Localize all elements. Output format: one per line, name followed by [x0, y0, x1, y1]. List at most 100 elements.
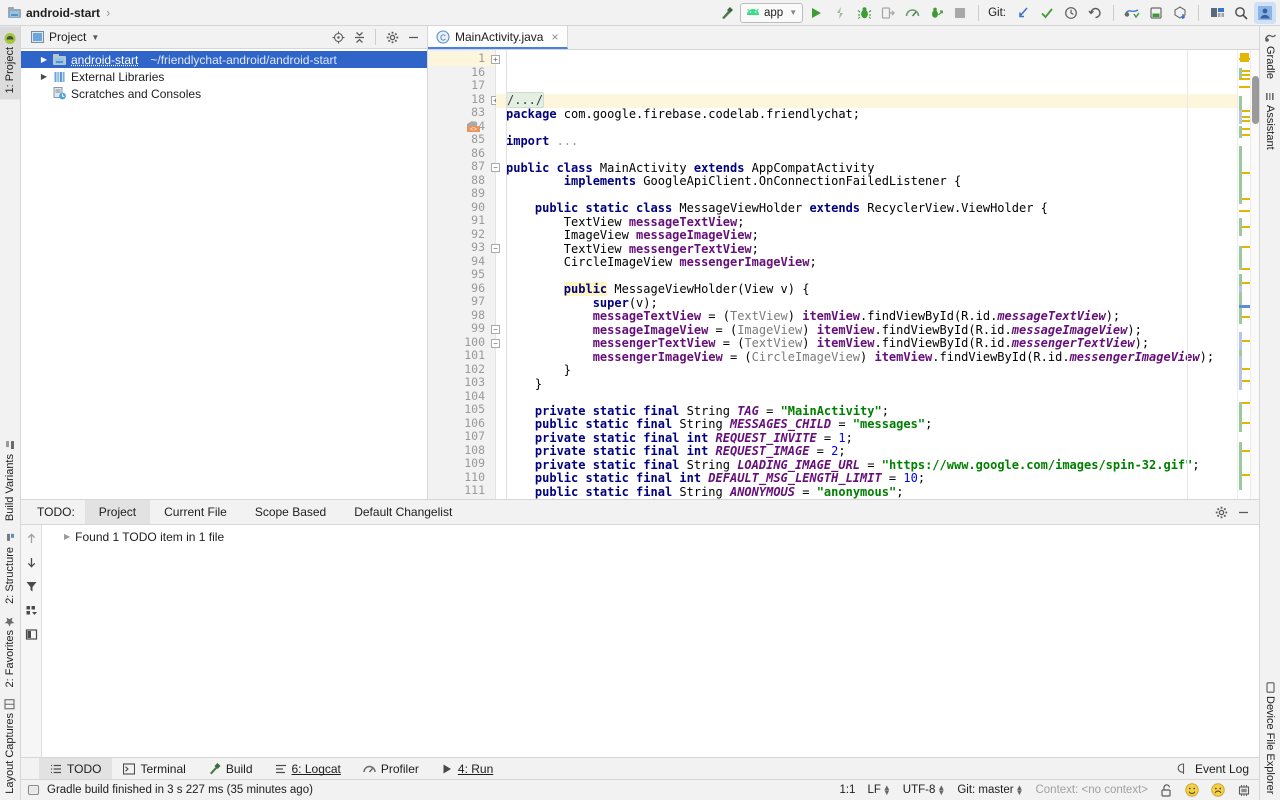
code-line[interactable]: package com.google.firebase.codelab.frie…	[496, 107, 1237, 122]
project-panel-title-group[interactable]: Project ▼	[31, 30, 99, 44]
code-line[interactable]: ImageView messageImageView;	[496, 228, 1237, 243]
status-message-group[interactable]: Gradle build finished in 3 s 227 ms (35 …	[27, 784, 313, 797]
code-line[interactable]: public static final String ANONYMOUS = "…	[496, 485, 1237, 500]
git-history-icon[interactable]	[1060, 2, 1082, 24]
scrollbar-thumb[interactable]	[1252, 76, 1259, 124]
warning-stripe-marker[interactable]	[1239, 210, 1250, 212]
code-line[interactable]	[496, 189, 1237, 203]
project-tree[interactable]: ▶ android-start ~/friendlychat-android/a…	[21, 49, 427, 499]
code-line[interactable]: super(v);	[496, 296, 1237, 311]
profiler-icon[interactable]	[901, 2, 923, 24]
editor-gutter[interactable]: 1+161718+8384<>858687−888990919293−94959…	[428, 50, 500, 499]
bottom-tab-build[interactable]: Build	[197, 758, 264, 779]
settings-icon[interactable]	[382, 27, 402, 47]
git-branch[interactable]: Git: master ▲ ▼	[957, 784, 1023, 797]
code-line[interactable]	[496, 121, 1237, 135]
warning-stripe-marker[interactable]	[1239, 86, 1250, 88]
group-by-icon[interactable]	[22, 601, 40, 619]
error-stripe-markers[interactable]	[1237, 50, 1250, 499]
editor-code[interactable]: /.../package com.google.firebase.codelab…	[496, 50, 1237, 499]
line-separator[interactable]: LF ▲ ▼	[867, 784, 890, 797]
run-with-coverage-icon[interactable]	[925, 2, 947, 24]
sidebar-item-gradle[interactable]: Gradle	[1260, 26, 1280, 85]
editor-vertical-scrollbar[interactable]	[1250, 50, 1259, 499]
code-line[interactable]: messengerTextView = (TextView) itemView.…	[496, 336, 1237, 351]
code-line[interactable]: TextView messageTextView;	[496, 215, 1237, 230]
sidebar-item-structure[interactable]: 2: Structure	[0, 527, 20, 610]
debug-icon[interactable]	[853, 2, 875, 24]
code-line[interactable]: messageTextView = (TextView) itemView.fi…	[496, 309, 1237, 324]
sdk-manager-icon[interactable]	[1145, 2, 1167, 24]
git-update-project-icon[interactable]	[1012, 2, 1034, 24]
expand-arrow-icon[interactable]: ▶	[39, 72, 49, 81]
sidebar-item-build-variants[interactable]: Build Variants	[0, 434, 20, 527]
memory-indicator-icon[interactable]	[1237, 784, 1251, 797]
sync-gradle-icon[interactable]	[1169, 2, 1191, 24]
warning-stripe-marker[interactable]	[1239, 78, 1250, 80]
run-configuration-selector[interactable]: app ▼	[740, 2, 804, 23]
code-line[interactable]: messengerImageView = (CircleImageView) i…	[496, 350, 1237, 365]
tab-default-changelist[interactable]: Default Changelist	[340, 500, 466, 524]
tree-item-android-start[interactable]: ▶ android-start ~/friendlychat-android/a…	[21, 51, 427, 68]
code-line[interactable]: private static final int REQUEST_INVITE …	[496, 431, 1237, 446]
code-line[interactable]: private static final String LOADING_IMAG…	[496, 458, 1237, 473]
git-revert-icon[interactable]	[1084, 2, 1106, 24]
close-icon[interactable]: ×	[551, 30, 558, 44]
expand-arrow-icon[interactable]: ▶	[39, 55, 49, 64]
hide-icon[interactable]	[1233, 502, 1253, 522]
todo-results[interactable]: ▶ Found 1 TODO item in 1 file	[42, 525, 1259, 757]
account-icon[interactable]	[1254, 1, 1276, 24]
sidebar-item-favorites[interactable]: 2: Favorites	[0, 610, 20, 693]
balloon-icon[interactable]	[27, 784, 40, 797]
avd-manager-icon[interactable]	[1121, 2, 1143, 24]
inspection-status-indicator[interactable]	[1240, 53, 1249, 62]
tree-item-scratches-and-consoles[interactable]: Scratches and Consoles	[21, 85, 427, 102]
locate-icon[interactable]	[328, 27, 348, 47]
bottom-tab-terminal[interactable]: Terminal	[112, 758, 196, 779]
filter-icon[interactable]	[22, 577, 40, 595]
code-line[interactable]: /.../	[496, 92, 1237, 108]
happy-face-icon[interactable]	[1185, 783, 1199, 797]
chevron-down-icon[interactable]: ▼	[91, 33, 99, 42]
bottom-tab-run[interactable]: 4: Run	[430, 758, 504, 779]
code-line[interactable]: }	[496, 363, 1237, 378]
code-line[interactable]: private static final String TAG = "MainA…	[496, 404, 1237, 419]
caret-position[interactable]: 1:1	[839, 784, 855, 796]
tab-scope-based[interactable]: Scope Based	[241, 500, 340, 524]
sidebar-item-project[interactable]: 1: Project	[0, 26, 20, 100]
previous-occurrence-icon[interactable]	[22, 529, 40, 547]
hammer-icon[interactable]	[716, 2, 738, 24]
collapse-all-icon[interactable]	[349, 27, 369, 47]
bottom-tab-logcat[interactable]: 6: Logcat	[264, 758, 352, 779]
sidebar-item-layout-captures[interactable]: Layout Captures	[0, 693, 20, 800]
code-line[interactable]: public static final String MESSAGES_CHIL…	[496, 417, 1237, 432]
tree-item-external-libraries[interactable]: ▶ External Libraries	[21, 68, 427, 85]
code-line[interactable]: import ...	[496, 134, 1237, 149]
todo-result-row[interactable]: ▶ Found 1 TODO item in 1 file	[42, 528, 1259, 545]
code-line[interactable]: public class MainActivity extends AppCom…	[496, 161, 1237, 176]
settings-icon[interactable]	[1211, 502, 1231, 522]
tab-current-file[interactable]: Current File	[150, 500, 241, 524]
code-line[interactable]: }	[496, 377, 1237, 392]
code-line[interactable]: messageImageView = (ImageView) itemView.…	[496, 323, 1237, 338]
event-log-button[interactable]: Event Log	[1177, 758, 1259, 779]
code-line[interactable]: public MessageViewHolder(View v) {	[496, 282, 1237, 297]
code-line[interactable]: TextView messengerTextView;	[496, 242, 1237, 257]
next-occurrence-icon[interactable]	[22, 553, 40, 571]
code-line[interactable]	[496, 148, 1237, 162]
code-line[interactable]: public static final int DEFAULT_MSG_LENG…	[496, 471, 1237, 486]
code-line[interactable]	[496, 270, 1237, 284]
hide-icon[interactable]	[403, 27, 423, 47]
code-line[interactable]	[496, 391, 1237, 405]
sad-face-icon[interactable]	[1211, 783, 1225, 797]
bottom-tab-todo[interactable]: TODO	[39, 758, 113, 779]
code-line[interactable]: implements GoogleApiClient.OnConnectionF…	[496, 174, 1237, 189]
sidebar-item-assistant[interactable]: Assistant	[1260, 85, 1280, 156]
editor-tab-mainactivity[interactable]: C MainActivity.java ×	[428, 26, 568, 49]
project-structure-icon[interactable]	[1206, 2, 1228, 24]
bottom-tab-profiler[interactable]: Profiler	[352, 758, 430, 779]
breadcrumb-label[interactable]: android-start	[26, 6, 100, 20]
encoding[interactable]: UTF-8 ▲ ▼	[903, 784, 946, 797]
gutter-code-marker-icon[interactable]: <>	[466, 120, 481, 133]
run-icon[interactable]	[805, 2, 827, 24]
